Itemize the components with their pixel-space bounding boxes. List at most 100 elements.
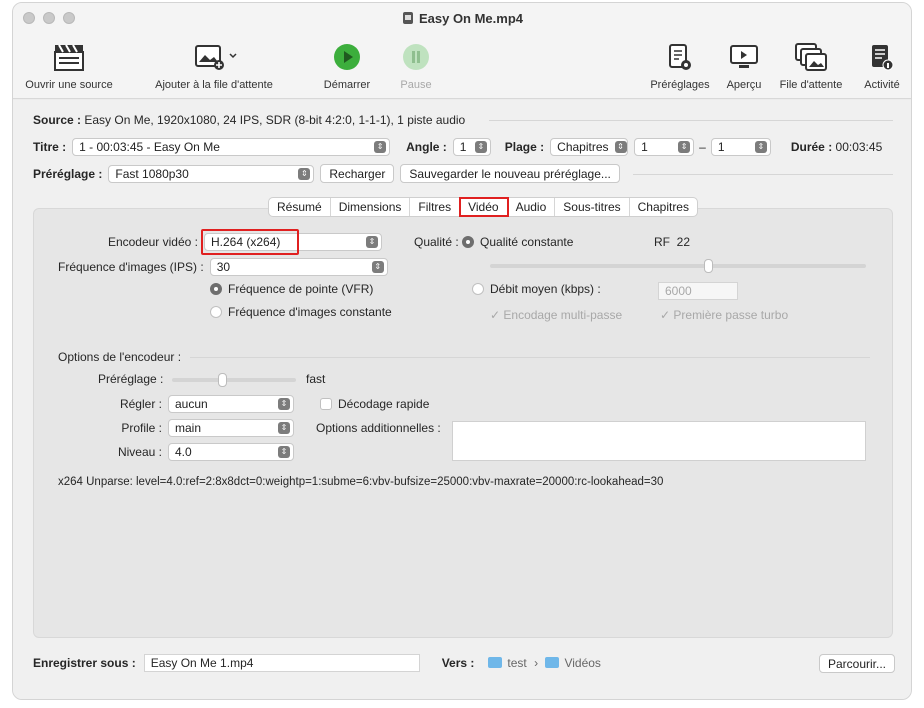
add-to-queue-button[interactable]: Ajouter à la file d'attente	[139, 39, 289, 91]
fps-popup[interactable]: 30 ⇕	[209, 258, 388, 276]
chevron-updown-icon: ⇕	[298, 167, 311, 180]
extra-options-textarea[interactable]	[452, 421, 866, 461]
chevron-updown-icon: ⇕	[371, 261, 384, 273]
x264-unparse: x264 Unparse: level=4.0:ref=2:8x8dct=0:w…	[58, 476, 664, 488]
filename-input[interactable]: Easy On Me 1.mp4	[143, 654, 420, 672]
level-popup[interactable]: 4.0 ⇕	[168, 443, 294, 461]
activity-log-icon	[872, 45, 894, 71]
tab-filtres[interactable]: Filtres	[410, 198, 461, 216]
chevron-updown-icon: ⇕	[474, 141, 487, 153]
title-popup[interactable]: 1 - 00:03:45 - Easy On Me ⇕	[72, 138, 391, 156]
encoder-preset-slider[interactable]	[172, 378, 296, 382]
window-title: Easy On Me.mp4	[13, 11, 911, 26]
tune-popup[interactable]: aucun ⇕	[168, 395, 294, 413]
browse-button[interactable]: Parcourir...	[819, 654, 896, 673]
radio-selected-icon	[210, 283, 222, 295]
open-source-button[interactable]: Ouvrir une source	[19, 39, 119, 91]
tab-audio[interactable]: Audio	[508, 198, 556, 216]
chevron-updown-icon: ⇕	[278, 446, 290, 458]
angle-popup[interactable]: 1 ⇕	[452, 138, 491, 156]
presets-icon	[669, 44, 691, 70]
activity-button[interactable]: Activité	[855, 39, 909, 91]
toolbar: Easy On Me.mp4 Ouvrir une source Ajouter…	[13, 3, 911, 99]
pause-button[interactable]: Pause	[391, 39, 441, 91]
highlight-box	[201, 229, 299, 255]
chevron-updown-icon: ⇕	[614, 141, 627, 153]
save-row: Enregistrer sous : Easy On Me 1.mp4 Vers…	[33, 654, 601, 672]
play-icon	[334, 44, 360, 70]
turbo-checkbox[interactable]: ✓ Première passe turbo	[660, 308, 788, 322]
fps-row: Fréquence d'images (IPS) : 30 ⇕	[58, 258, 388, 276]
duration-value: 00:03:45	[835, 140, 883, 154]
chevron-updown-icon: ⇕	[366, 236, 378, 248]
settings-panel: Encodeur vidéo : H.264 (x264) ⇕ Fréquenc…	[33, 208, 893, 638]
video-encoder-popup[interactable]: H.264 (x264) ⇕	[201, 229, 382, 255]
title-row: Titre : 1 - 00:03:45 - Easy On Me ⇕ Angle…	[33, 138, 883, 156]
rf-readout: RF 22	[654, 235, 691, 249]
level-row: Niveau : 4.0 ⇕	[34, 443, 294, 461]
encoder-preset-row: Préréglage :	[98, 372, 164, 386]
add-image-icon	[195, 45, 237, 70]
clapperboard-icon	[54, 44, 84, 71]
radio-selected-icon	[462, 236, 475, 248]
rf-slider[interactable]	[490, 264, 866, 268]
source-row: Source : Easy On Me, 1920x1080, 24 IPS, …	[33, 113, 466, 127]
tab-dimensions[interactable]: Dimensions	[331, 198, 411, 216]
range-type-popup[interactable]: Chapitres ⇕	[550, 138, 629, 156]
cfr-radio[interactable]: Fréquence d'images constante	[210, 305, 392, 319]
destination-path[interactable]: test › Vidéos	[488, 656, 601, 670]
divider	[190, 357, 870, 358]
profile-popup[interactable]: main ⇕	[168, 419, 294, 437]
encoder-row: Encodeur vidéo : H.264 (x264) ⇕	[34, 229, 382, 255]
profile-row: Profile : main ⇕	[34, 419, 294, 437]
radio-icon	[210, 306, 222, 318]
chevron-updown-icon: ⇕	[754, 141, 767, 153]
divider	[489, 120, 893, 121]
chevron-updown-icon: ⇕	[278, 422, 290, 434]
folder-icon	[488, 657, 503, 668]
tab-resume[interactable]: Résumé	[269, 198, 331, 216]
preview-button[interactable]: Aperçu	[719, 39, 769, 91]
checkbox-icon	[320, 398, 332, 410]
multipass-checkbox[interactable]: ✓ Encodage multi-passe	[490, 308, 622, 322]
tab-video[interactable]: Vidéo	[459, 197, 509, 217]
document-icon	[402, 12, 413, 24]
preset-popup[interactable]: Fast 1080p30 ⇕	[108, 164, 315, 183]
range-to-popup[interactable]: 1 ⇕	[710, 138, 771, 156]
encoder-options-heading: Options de l'encodeur :	[58, 350, 182, 364]
chevron-updown-icon: ⇕	[374, 141, 387, 153]
start-button[interactable]: Démarrer	[317, 39, 377, 91]
radio-icon	[472, 283, 484, 295]
main-content: Source : Easy On Me, 1920x1080, 24 IPS, …	[13, 100, 911, 699]
checkmark-icon: ✓	[490, 308, 504, 322]
extra-options-label: Options additionnelles :	[316, 421, 441, 435]
fast-decode-checkbox[interactable]: Décodage rapide	[320, 397, 429, 411]
tune-row: Régler : aucun ⇕	[34, 395, 294, 413]
encoder-preset-value: fast	[306, 372, 326, 386]
tab-chapitres[interactable]: Chapitres	[630, 198, 697, 216]
reload-preset-button[interactable]: Recharger	[320, 164, 395, 183]
pause-icon	[403, 44, 429, 70]
checkmark-icon: ✓	[660, 308, 674, 322]
chevron-updown-icon: ⇕	[678, 141, 691, 153]
quality-row: Qualité : Qualité constante	[414, 235, 574, 249]
source-info: Easy On Me, 1920x1080, 24 IPS, SDR (8-bi…	[84, 113, 466, 127]
range-from-popup[interactable]: 1 ⇕	[634, 138, 695, 156]
divider	[633, 174, 893, 175]
tab-bar-wrapper: Résumé Dimensions Filtres Vidéo Audio Sous-ti…	[13, 197, 911, 217]
app-window: Easy On Me.mp4 Ouvrir une source Ajouter…	[12, 2, 912, 700]
encoder-preset-slider-knob[interactable]	[217, 373, 227, 387]
bitrate-input[interactable]: 6000	[658, 282, 738, 300]
tab-bar: Résumé Dimensions Filtres Vidéo Audio Sous-ti…	[268, 197, 698, 217]
folder-icon	[545, 657, 560, 668]
queue-button[interactable]: File d'attente	[771, 39, 851, 91]
save-new-preset-button[interactable]: Sauvegarder le nouveau préréglage...	[400, 164, 620, 183]
preset-row: Préréglage : Fast 1080p30 ⇕ Recharger Sau…	[33, 164, 620, 183]
vfr-radio[interactable]: Fréquence de pointe (VFR)	[210, 282, 373, 296]
tab-sous-titres[interactable]: Sous-titres	[555, 198, 630, 216]
constant-quality-radio[interactable]: Qualité constante	[462, 235, 573, 249]
rf-slider-knob[interactable]	[704, 259, 714, 273]
avg-bitrate-radio[interactable]: Débit moyen (kbps) :	[472, 282, 601, 296]
queue-images-icon	[795, 43, 827, 71]
presets-button[interactable]: Préréglages	[645, 39, 715, 91]
